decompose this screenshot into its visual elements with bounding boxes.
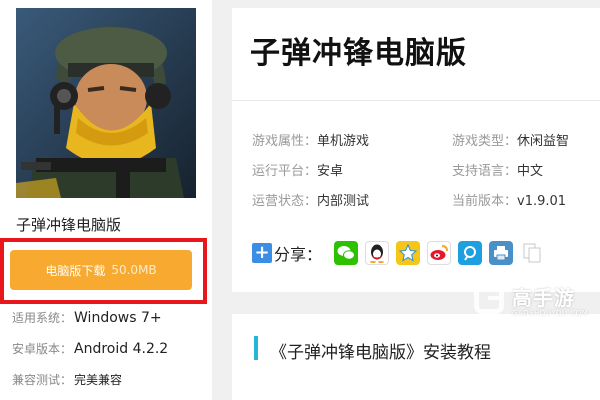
wechat-icon[interactable]	[334, 241, 359, 265]
info-value: 安卓	[317, 164, 344, 179]
watermark-domain: GAOSHOUYOU.COM	[512, 309, 589, 317]
download-size: 50.0MB	[111, 263, 157, 277]
system-value: Windows 7+	[74, 310, 162, 326]
info-value: 单机游戏	[317, 134, 370, 149]
share-label: 分享：	[274, 245, 323, 264]
watermark-name: 高手游	[512, 286, 575, 310]
info-label: 运行平台：	[252, 164, 318, 179]
compatibility-value: 完美兼容	[74, 373, 123, 387]
compatibility-label: 兼容测试：	[12, 373, 73, 387]
info-label: 游戏属性：	[252, 134, 318, 149]
share-bar: + 分享：	[252, 240, 551, 266]
soldier-illustration-icon	[16, 8, 196, 198]
info-attribute: 游戏属性：单机游戏	[252, 130, 369, 149]
system-label: 适用系统：	[12, 311, 73, 325]
page-title: 子弹冲锋电脑版	[250, 36, 467, 71]
tencent-weibo-icon[interactable]	[458, 241, 483, 265]
section-accent-bar	[254, 336, 258, 360]
info-type: 游戏类型：休闲益智	[452, 130, 569, 149]
print-icon[interactable]	[489, 241, 514, 265]
info-label: 支持语言：	[452, 164, 518, 179]
weibo-icon[interactable]	[427, 241, 452, 265]
gaoshouyou-logo-icon	[474, 284, 504, 314]
gaoshouyou-watermark: 高手游 GAOSHOUYOU.COM	[474, 282, 600, 322]
info-value: 休闲益智	[517, 134, 570, 149]
info-label: 当前版本：	[452, 194, 518, 209]
divider	[232, 100, 600, 101]
android-version-row: 安卓版本： Android 4.2.2	[12, 340, 168, 357]
copy-icon[interactable]	[520, 241, 544, 265]
info-value: v1.9.01	[517, 194, 567, 209]
system-requirement-row: 适用系统： Windows 7+	[12, 309, 162, 326]
plus-icon[interactable]: +	[252, 243, 272, 263]
info-value: 内部测试	[317, 194, 370, 209]
qq-icon[interactable]	[365, 241, 390, 265]
info-value: 中文	[517, 164, 544, 179]
tutorial-title[interactable]: 《子弹冲锋电脑版》安装教程	[270, 338, 491, 363]
info-status: 运营状态：内部测试	[252, 190, 369, 209]
info-version: 当前版本：v1.9.01	[452, 190, 566, 209]
info-label: 运营状态：	[252, 194, 318, 209]
game-sidebar: 子弹冲锋电脑版 电脑版下载 50.0MB 适用系统： Windows 7+ 安卓版…	[0, 0, 212, 400]
info-platform: 运行平台：安卓	[252, 160, 343, 179]
android-value: Android 4.2.2	[74, 341, 169, 357]
game-cover-image[interactable]	[16, 8, 196, 198]
info-label: 游戏类型：	[452, 134, 518, 149]
download-label: 电脑版下载	[45, 263, 106, 278]
compatibility-row: 兼容测试： 完美兼容	[12, 371, 122, 388]
game-name: 子弹冲锋电脑版	[16, 216, 122, 234]
tutorial-section: 《子弹冲锋电脑版》安装教程	[232, 314, 600, 400]
android-label: 安卓版本：	[12, 342, 73, 356]
game-info-panel: 子弹冲锋电脑版 游戏属性：单机游戏 游戏类型：休闲益智 运行平台：安卓 支持语言…	[232, 8, 600, 292]
info-language: 支持语言：中文	[452, 160, 543, 179]
pc-download-button[interactable]: 电脑版下载 50.0MB	[10, 250, 192, 290]
qzone-icon[interactable]	[396, 241, 421, 265]
